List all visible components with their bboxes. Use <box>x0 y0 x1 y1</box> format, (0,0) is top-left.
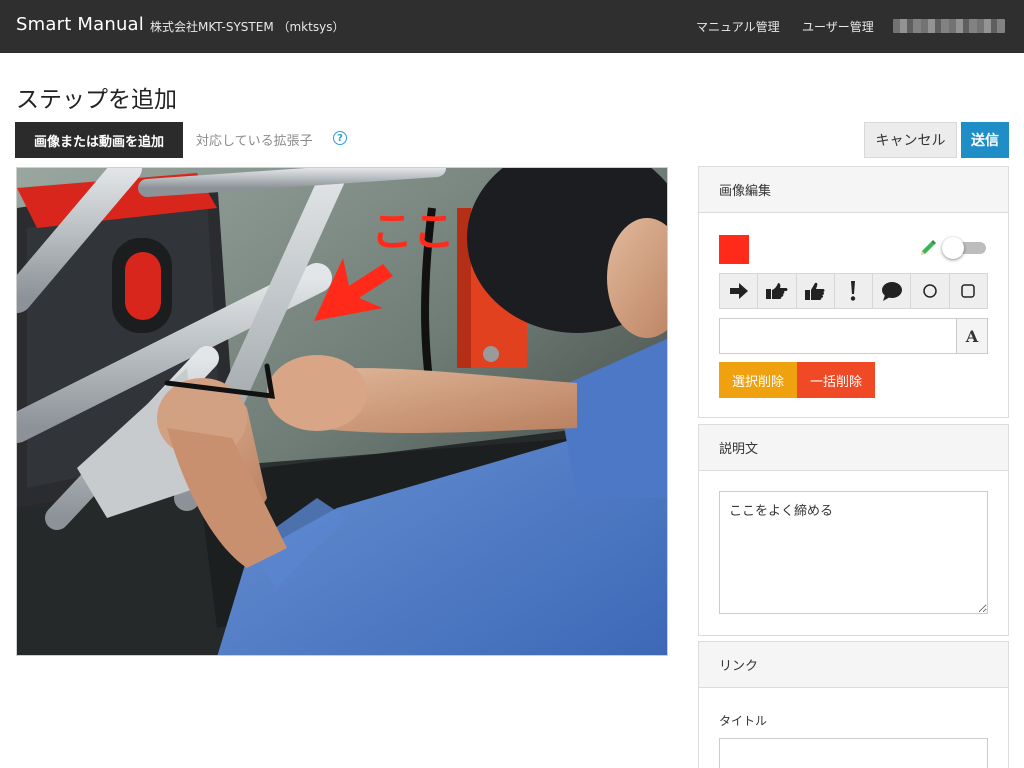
link-title-input[interactable] <box>719 738 988 768</box>
top-navbar: Smart Manual 株式会社MKT-SYSTEM （mktsys） マニュ… <box>0 0 1024 53</box>
image-edit-panel-title: 画像編集 <box>699 167 1008 213</box>
add-media-button[interactable]: 画像または動画を追加 <box>15 122 183 158</box>
nav-user-management[interactable]: ユーザー管理 <box>802 18 874 35</box>
company-name: 株式会社MKT-SYSTEM （mktsys） <box>150 20 345 34</box>
delete-all-button[interactable]: 一括削除 <box>797 362 875 398</box>
add-text-button[interactable]: A <box>956 318 988 354</box>
description-panel: 説明文 ここをよく締める <box>698 424 1009 636</box>
circle-icon <box>923 284 937 298</box>
supported-extensions-label: 対応している拡張子 <box>196 134 313 149</box>
pencil-icon[interactable] <box>919 239 937 257</box>
speech-bubble-icon <box>881 282 902 301</box>
description-panel-title: 説明文 <box>699 425 1008 471</box>
text-annotation[interactable]: ここ <box>371 207 455 256</box>
exclamation-tool-button[interactable] <box>834 274 874 308</box>
annotation-text-input[interactable] <box>719 318 957 354</box>
step-photo: ここ <box>17 168 667 655</box>
arrow-icon <box>729 283 748 299</box>
color-picker-swatch[interactable] <box>719 235 749 264</box>
rounded-square-icon <box>961 284 976 298</box>
speech-bubble-tool-button[interactable] <box>873 274 912 308</box>
description-textarea[interactable]: ここをよく締める <box>719 491 988 614</box>
delete-selected-button[interactable]: 選択削除 <box>719 362 797 398</box>
link-title-label: タイトル <box>719 714 768 728</box>
image-edit-panel: 画像編集 A 選択削除 一括削除 <box>698 166 1009 418</box>
link-panel: リンク タイトル <box>698 641 1009 768</box>
step-image-canvas[interactable]: ここ <box>16 167 668 656</box>
page-title: ステップを追加 <box>16 87 177 113</box>
thumbs-up-tool-button[interactable] <box>796 274 835 308</box>
cancel-button[interactable]: キャンセル <box>864 122 957 158</box>
help-icon[interactable]: ? <box>333 131 347 145</box>
pointing-hand-tool-button[interactable] <box>758 274 797 308</box>
brand-logo[interactable]: Smart Manual <box>16 14 144 35</box>
send-button[interactable]: 送信 <box>961 122 1009 158</box>
annotation-tool-bar <box>719 273 988 309</box>
arrow-tool-button[interactable] <box>720 274 759 308</box>
thumbs-up-icon <box>805 282 825 300</box>
nav-manual-management[interactable]: マニュアル管理 <box>696 18 780 35</box>
draw-mode-toggle[interactable] <box>942 237 988 259</box>
user-account-menu[interactable] <box>893 19 1005 33</box>
exclamation-icon <box>851 281 856 301</box>
toggle-knob <box>942 237 964 259</box>
link-panel-title: リンク <box>699 642 1008 688</box>
circle-tool-button[interactable] <box>911 274 950 308</box>
pointing-hand-icon <box>765 283 788 299</box>
square-tool-button[interactable] <box>949 274 987 308</box>
